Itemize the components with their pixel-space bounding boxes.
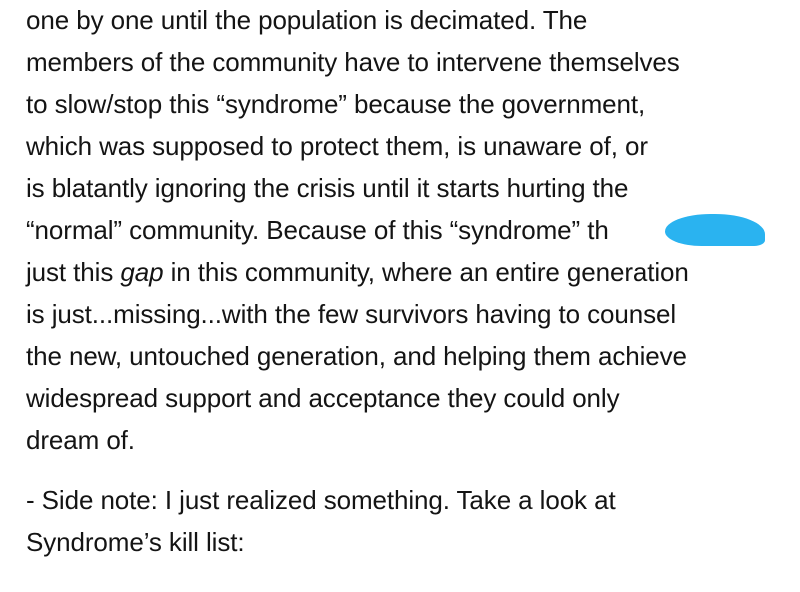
text-line: is just...missing...with the few survivo… [26, 299, 677, 329]
text-line: members of the community have to interve… [26, 47, 680, 77]
text-line: the new, untouched generation, and helpi… [26, 341, 687, 371]
text-line: - Side note: I just realized something. … [26, 485, 616, 515]
post-body: one by one until the population is decim… [26, 0, 796, 564]
text-segment: in this community, where an entire gener… [163, 257, 689, 287]
text-line: Syndrome’s kill list: [26, 527, 245, 557]
text-line: widespread support and acceptance they c… [26, 383, 620, 413]
text-line: which was supposed to protect them, is u… [26, 131, 648, 161]
emphasis-text: gap [120, 257, 164, 287]
text-line: one by one until the population is decim… [26, 5, 588, 35]
text-line: just this gap in this community, where a… [26, 252, 796, 294]
text-line: to slow/stop this “syndrome” because the… [26, 89, 646, 119]
text-segment: just this [26, 257, 121, 287]
text-line: dream of. [26, 425, 135, 455]
text-line: is blatantly ignoring the crisis until i… [26, 173, 629, 203]
paragraph-2: - Side note: I just realized something. … [26, 480, 796, 564]
